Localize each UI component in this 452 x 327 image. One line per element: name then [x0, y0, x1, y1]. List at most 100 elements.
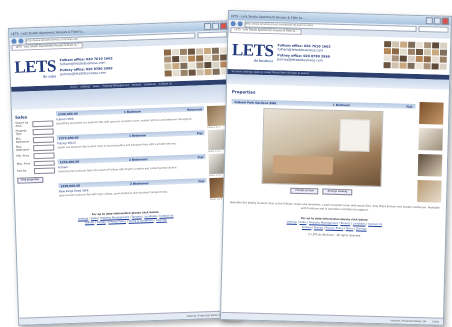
mosaic-tile: [212, 54, 220, 61]
nav-item[interactable]: Home: [70, 86, 77, 89]
footer-link[interactable]: Privacy Policy: [108, 220, 126, 224]
footer-link[interactable]: Privacy Policy: [325, 226, 343, 229]
enlarge-button[interactable]: Enlarge picture: [290, 187, 319, 195]
footer-link[interactable]: Contact Us: [368, 223, 382, 226]
forward-icon[interactable]: [18, 38, 24, 44]
header-photo-mosaic: [163, 47, 228, 77]
mosaic-tile: [180, 62, 188, 70]
field-label: Max. Bedrooms: [16, 145, 30, 152]
mosaic-tile: [391, 48, 400, 55]
back-icon[interactable]: [11, 38, 17, 44]
footer-link[interactable]: Lettings: [287, 221, 297, 224]
footer-link[interactable]: Contact Us: [159, 214, 173, 217]
minimize-button[interactable]: [203, 22, 212, 31]
footer-link[interactable]: Putney: [314, 226, 323, 229]
property-detail: Fulham Park Gardens SW6 1 Bedroom Flat E…: [229, 97, 416, 202]
footer-link[interactable]: Tenants: [340, 222, 350, 225]
mosaic-tile: [408, 41, 416, 48]
close-button[interactable]: [441, 17, 449, 25]
min-price-select[interactable]: [33, 152, 55, 159]
min-beds-select[interactable]: [32, 136, 55, 143]
mosaic-tile: [391, 55, 399, 62]
list-item[interactable]: £259,000.00 2 Bedrooms Flat Fulham Charmin…: [57, 153, 232, 179]
footer-link[interactable]: Putney: [97, 221, 106, 224]
field-label: Search by Area: [15, 121, 29, 128]
nav-item[interactable]: Landlords: [144, 83, 156, 86]
mosaic-tile: [171, 49, 180, 56]
search-input[interactable]: [418, 25, 449, 33]
list-item[interactable]: £299,000.00 2 Bedrooms Flat New Kings Road…: [58, 177, 233, 203]
nav-item[interactable]: Tenants: [132, 83, 141, 86]
max-beds-select[interactable]: [33, 144, 55, 151]
footer-link[interactable]: Sales: [300, 221, 307, 224]
thumbnail[interactable]: [417, 180, 442, 203]
putney-email[interactable]: putney@letsdobusiness.com: [60, 70, 113, 76]
site-logo[interactable]: LETS do sales: [14, 56, 56, 79]
listing-beds: 1 Bedroom: [123, 108, 142, 114]
sort-select[interactable]: [33, 167, 56, 174]
listing-status: Flat: [197, 154, 204, 159]
arrange-viewing-button[interactable]: Arrange viewing: [322, 188, 353, 196]
property-bar: Fulham Park Gardens SW6 1 Bedroom Flat: [231, 99, 416, 109]
footer-link[interactable]: Fulham: [302, 226, 312, 229]
photo-window: [339, 118, 371, 152]
contact-info: Fulham office: 020 7610 1662 fulham@lets…: [277, 43, 330, 63]
photo-sofa: [272, 155, 334, 175]
mosaic-tile: [196, 69, 204, 76]
mosaic-tile: [431, 63, 439, 70]
site-logo[interactable]: LETS do business: [232, 40, 274, 63]
security-zone: Internet | Protected Mode: Off: [390, 318, 427, 323]
security-zone: Internet | Protected Mode: Off: [186, 313, 223, 318]
maximize-button[interactable]: [433, 17, 441, 25]
nav-item[interactable]: Sales: [93, 85, 99, 88]
nav-item[interactable]: Contact Us: [159, 82, 172, 85]
listing-body: £259,000.00 2 Bedrooms Flat Fulham Charmin…: [57, 154, 207, 179]
minimize-button[interactable]: [425, 17, 433, 25]
putney-email[interactable]: putney@letsdobusiness.com: [277, 57, 330, 63]
back-icon[interactable]: [230, 21, 236, 27]
forward-icon[interactable]: [237, 21, 243, 27]
site-header: LETS do sales Fulham office: 020 7610 16…: [9, 43, 231, 87]
mosaic-tile: [439, 56, 447, 63]
photo-caption: Photo 1 of 5: [210, 198, 223, 202]
footer-link[interactable]: Fulham: [85, 221, 95, 224]
footer-link[interactable]: Terms: [346, 227, 354, 230]
type-select[interactable]: [32, 128, 54, 135]
list-item[interactable]: £242,000.00 1 Bedroom Reserved Fulham SW6 …: [55, 105, 230, 131]
footer-link[interactable]: Sales: [91, 217, 98, 220]
field-label: Sort by: [16, 169, 27, 174]
area-select[interactable]: [32, 120, 54, 127]
mosaic-tile: [416, 41, 424, 49]
footer-link[interactable]: Terms & Conditions: [128, 219, 153, 223]
find-button[interactable]: Find properties: [17, 176, 44, 184]
nav-item[interactable]: Lettings: [80, 85, 90, 88]
mosaic-tile: [196, 55, 204, 62]
thumbnail[interactable]: [417, 154, 443, 177]
footer-link[interactable]: Tenants: [132, 216, 142, 219]
zoom-level[interactable]: 100%: [432, 320, 439, 323]
mosaic-tile: [391, 62, 399, 69]
listing-price: £242,000.00: [57, 111, 78, 116]
mosaic-tile: [439, 63, 447, 70]
mosaic-tile: [172, 56, 180, 63]
close-button[interactable]: [219, 22, 228, 30]
mosaic-tile: [164, 63, 172, 70]
footer-link[interactable]: Sitemap: [156, 219, 167, 222]
search-input[interactable]: [197, 30, 228, 38]
footer-link[interactable]: Lettings: [78, 217, 89, 220]
search-field: Min. Bedrooms: [16, 136, 55, 144]
mosaic-tile: [407, 55, 415, 62]
mosaic-tile: [188, 55, 196, 62]
list-item[interactable]: £275,000.00 1 Bedroom Flat Putney SW15 Sty…: [56, 129, 231, 155]
mosaic-tile: [163, 49, 172, 56]
thumbnail[interactable]: [419, 102, 444, 125]
mosaic-tile: [180, 55, 188, 63]
thumbnail[interactable]: [418, 128, 443, 151]
footer-link[interactable]: Property Management: [309, 222, 338, 226]
maximize-button[interactable]: [211, 22, 220, 30]
mosaic-tile: [164, 56, 172, 63]
footer-link[interactable]: Landlords: [353, 223, 366, 226]
max-price-select[interactable]: [33, 159, 55, 167]
footer-link[interactable]: Sitemap: [356, 227, 367, 230]
property-photo[interactable]: [261, 107, 384, 188]
